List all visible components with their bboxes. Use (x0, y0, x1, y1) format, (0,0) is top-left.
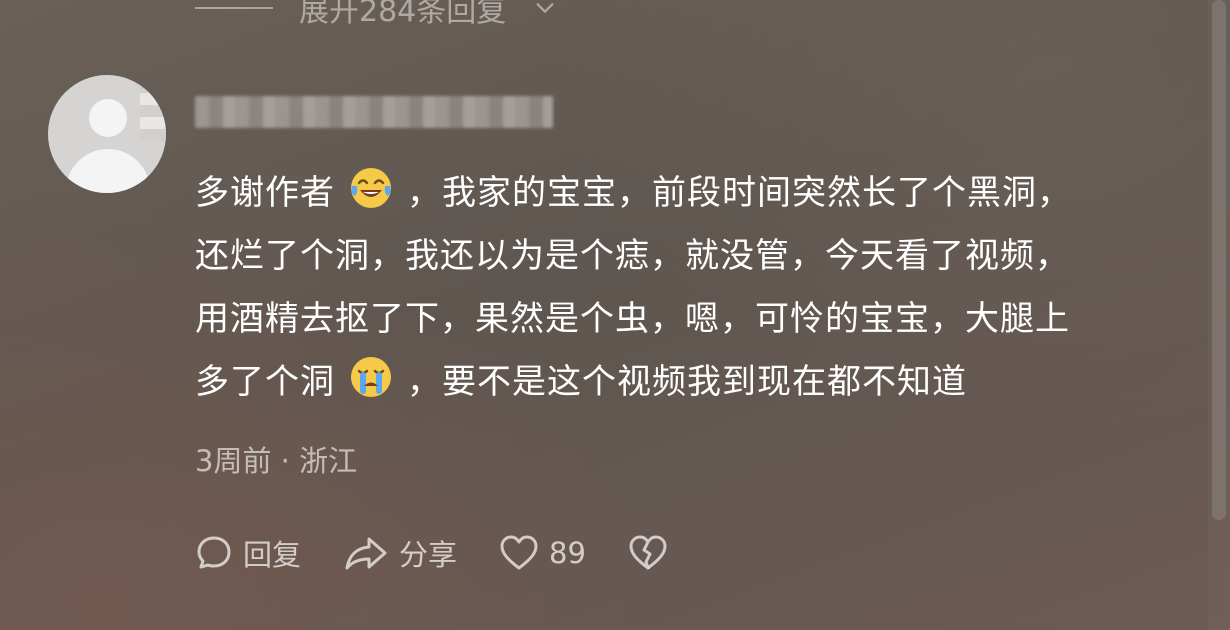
scrollbar-track[interactable] (1208, 0, 1230, 630)
comment-text-segment: ，我家的宝宝，前段时间突然长了个黑洞， (407, 173, 1072, 213)
comment-text-segment: 多了个洞 (195, 362, 335, 402)
username-blurred[interactable] (195, 96, 553, 128)
dislike-button[interactable] (628, 534, 668, 572)
comment-line: 还烂了个洞，我还以为是个痣，就没管，今天看了视频， (195, 236, 1070, 276)
avatar-mosaic-blur (140, 81, 166, 141)
share-label: 分享 (399, 538, 458, 572)
tears-of-joy-emoji-icon (351, 168, 391, 208)
comment-meta: 3周前 · 浙江 (195, 444, 358, 478)
comment-text-segment: ，要不是这个视频我到现在都不知道 (407, 362, 967, 402)
comment-actions: 回复 分享 89 (195, 530, 710, 576)
crying-emoji-icon (351, 357, 391, 397)
reply-button[interactable]: 回复 (195, 532, 301, 574)
comment-text: 多谢作者 ，我家的宝宝，前段时间突然长了个黑洞， 还烂了个洞，我还以为是个痣，就… (195, 162, 1180, 414)
comment-line: 用酒精去抠了下，果然是个虫，嗯，可怜的宝宝，大腿上 (195, 299, 1070, 339)
avatar-body-shape (66, 149, 150, 193)
like-button[interactable]: 89 (499, 534, 586, 572)
reply-label: 回复 (243, 538, 302, 572)
heart-icon (500, 535, 538, 570)
expand-replies-label: 展开284条回复 (299, 0, 507, 29)
chevron-down-icon (536, 3, 554, 13)
share-arrow-icon (345, 537, 387, 570)
broken-heart-icon (629, 535, 667, 570)
scrollbar-thumb[interactable] (1212, 0, 1226, 520)
comment-line: 多谢作者 ，我家的宝宝，前段时间突然长了个黑洞， (195, 162, 1180, 225)
avatar[interactable] (48, 75, 166, 193)
avatar-head-shape (89, 99, 127, 137)
comment-text-segment: 多谢作者 (195, 173, 335, 213)
expand-replies[interactable]: 展开284条回复 (195, 0, 556, 30)
like-count: 89 (549, 536, 586, 570)
speech-bubble-icon (197, 536, 231, 569)
comment-line: 多了个洞 ，要不是这个视频我到现在都不知道 (195, 351, 1180, 414)
divider-line (195, 7, 273, 9)
share-button[interactable]: 分享 (343, 532, 457, 574)
